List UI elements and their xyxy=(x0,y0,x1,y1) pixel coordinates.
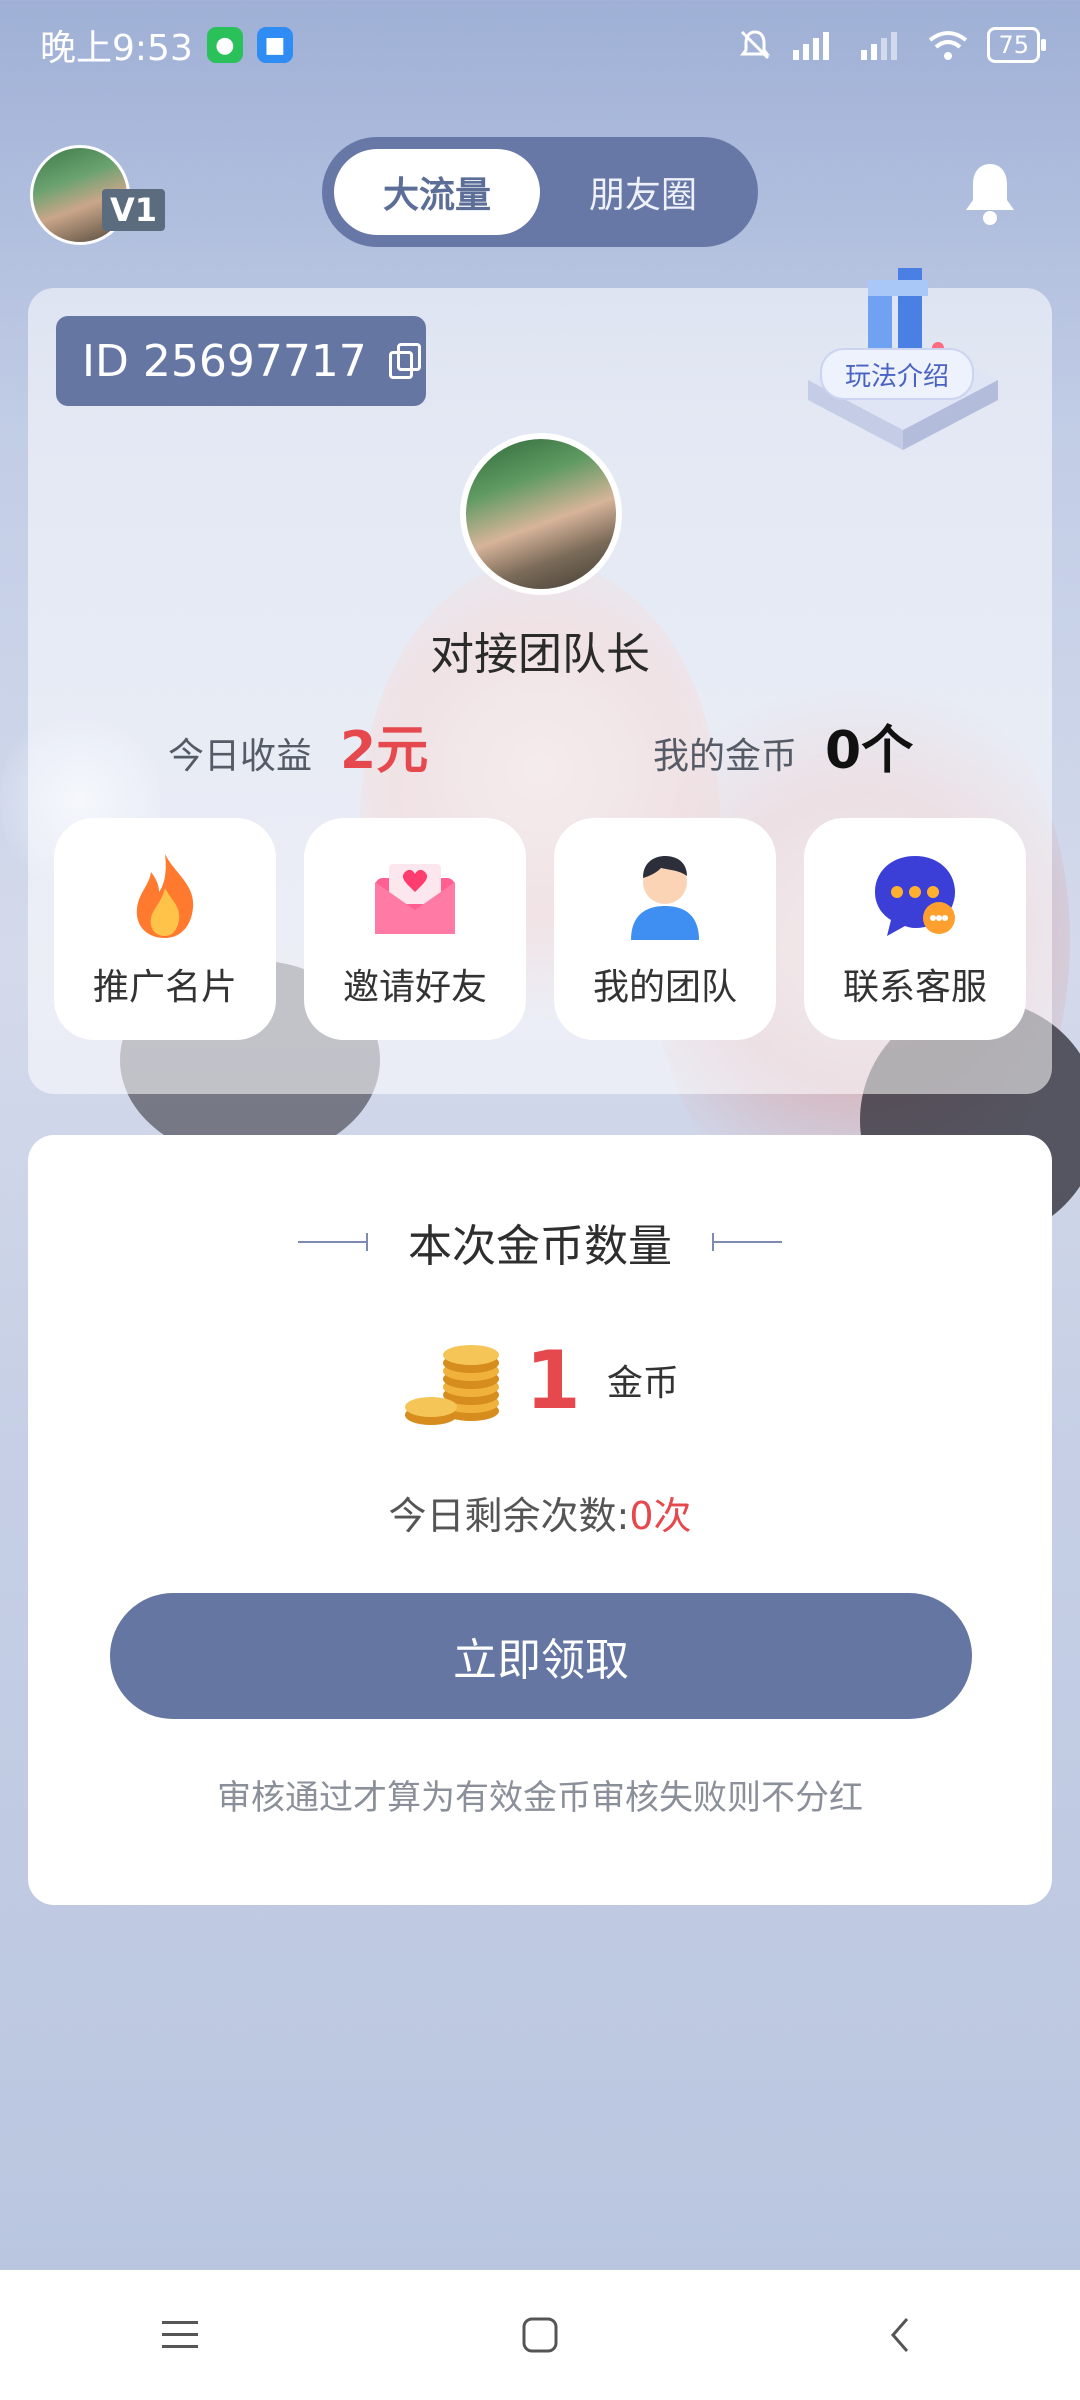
action-label: 推广名片 xyxy=(92,967,237,1008)
my-coins-label: 我的金币 xyxy=(653,736,798,777)
decorative-line xyxy=(712,1233,782,1251)
disclaimer-text: 审核通过才算为有效金币审核失败则不分红 xyxy=(217,1778,863,1818)
envelope-heart-icon xyxy=(375,864,455,934)
wifi-icon xyxy=(929,31,968,60)
app-notification-icon: ■ xyxy=(256,27,293,63)
action-label: 联系客服 xyxy=(842,967,987,1008)
leader-avatar[interactable] xyxy=(460,433,622,595)
action-label: 我的团队 xyxy=(592,967,737,1008)
battery-indicator: 75 xyxy=(987,27,1046,63)
tab-switcher: 大流量 朋友圈 xyxy=(322,137,758,247)
stats-row: 今日收益 2元 我的金币 0个 xyxy=(28,708,1052,788)
invite-friends-button[interactable]: 邀请好友 xyxy=(304,818,526,1040)
remaining-label: 今日剩余次数: xyxy=(388,1494,630,1538)
customer-service-button[interactable]: 联系客服 xyxy=(804,818,1026,1040)
back-chevron-icon xyxy=(891,2318,909,2352)
quick-actions: 推广名片 邀请好友 我的团队 联系客服 xyxy=(54,818,1028,1040)
today-earnings: 今日收益 2元 xyxy=(168,708,428,783)
status-time: 晚上9:53 xyxy=(40,28,193,69)
today-earnings-label: 今日收益 xyxy=(168,736,313,777)
signal-icon xyxy=(793,32,830,60)
level-badge: V1 xyxy=(102,189,166,231)
home-button[interactable] xyxy=(500,2295,580,2375)
back-button[interactable] xyxy=(860,2295,940,2375)
today-earnings-value: 2元 xyxy=(340,721,429,781)
person-icon xyxy=(631,856,699,940)
copy-icon[interactable] xyxy=(388,343,421,379)
my-coins-value: 0个 xyxy=(825,721,914,781)
remaining-value: 0次 xyxy=(629,1494,692,1538)
coin-stack-icon xyxy=(405,1345,500,1425)
menu-button[interactable] xyxy=(140,2295,220,2375)
promo-card-button[interactable]: 推广名片 xyxy=(54,818,276,1040)
my-coins: 我的金币 0个 xyxy=(653,708,913,783)
menu-icon xyxy=(162,2321,198,2348)
system-nav-bar xyxy=(0,2270,1080,2400)
user-id: ID 25697717 xyxy=(82,335,367,387)
tab-moments[interactable]: 朋友圈 xyxy=(540,149,746,235)
coin-claim-card: 本次金币数量 1 金币 今日剩余次数:0次 立即领取 审核通过才算为有效金币审核… xyxy=(28,1135,1052,1905)
fire-icon xyxy=(136,854,194,938)
mute-bell-icon xyxy=(740,30,771,60)
decorative-line xyxy=(298,1233,368,1251)
rules-button[interactable]: 玩法介绍 xyxy=(788,260,1018,460)
notification-bell-icon[interactable] xyxy=(960,158,1020,228)
user-id-badge[interactable]: ID 25697717 xyxy=(56,316,426,406)
rules-label: 玩法介绍 xyxy=(820,348,974,400)
my-team-button[interactable]: 我的团队 xyxy=(554,818,776,1040)
coin-amount-row: 1 金币 xyxy=(28,1325,1052,1435)
signal-icon xyxy=(861,32,898,60)
remaining-attempts: 今日剩余次数:0次 xyxy=(28,1485,1052,1540)
wechat-icon: ● xyxy=(206,27,243,63)
claim-now-button[interactable]: 立即领取 xyxy=(110,1593,972,1719)
tab-big-traffic[interactable]: 大流量 xyxy=(334,149,540,235)
user-avatar[interactable]: V1 xyxy=(30,145,166,245)
profile-card: ID 25697717 玩法介绍 对接团队长 今日收益 2元 我的金币 0个 推… xyxy=(28,268,1052,1094)
action-label: 邀请好友 xyxy=(342,967,487,1008)
coin-count: 1 xyxy=(525,1333,581,1427)
home-square-icon xyxy=(522,2317,558,2353)
status-bar: 晚上9:53 ● ■ 75 xyxy=(0,0,1080,90)
coin-card-title: 本次金币数量 xyxy=(408,1221,672,1272)
leader-name: 对接团队长 xyxy=(430,629,650,680)
chat-bubble-icon xyxy=(875,856,955,936)
coin-unit: 金币 xyxy=(606,1363,679,1404)
